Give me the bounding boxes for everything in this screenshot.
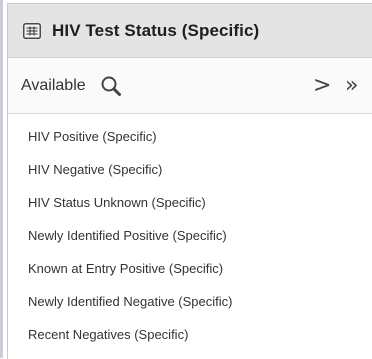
list-item[interactable]: Known at Entry Positive (Specific) — [8, 252, 372, 285]
available-toolbar: Available > » — [8, 58, 372, 114]
dimension-panel: HIV Test Status (Specific) Available > »… — [7, 3, 372, 359]
grid-icon — [22, 22, 42, 40]
available-label: Available — [21, 76, 86, 94]
list-item[interactable]: HIV Negative (Specific) — [8, 153, 372, 186]
move-all-button[interactable]: » — [345, 74, 358, 97]
list-item[interactable]: Newly Identified Positive (Specific) — [8, 219, 372, 252]
list-item[interactable]: Newly Identified Negative (Specific) — [8, 285, 372, 318]
left-edge-divider — [0, 0, 3, 358]
move-selected-button[interactable]: > — [313, 74, 331, 97]
panel-title: HIV Test Status (Specific) — [52, 20, 260, 40]
available-items-list: HIV Positive (Specific) HIV Negative (Sp… — [8, 120, 372, 351]
list-item[interactable]: HIV Positive (Specific) — [8, 120, 372, 153]
list-item[interactable]: Recent Negatives (Specific) — [8, 318, 372, 351]
panel-header: HIV Test Status (Specific) — [8, 4, 372, 58]
list-item[interactable]: HIV Status Unknown (Specific) — [8, 186, 372, 219]
search-icon[interactable] — [98, 73, 124, 99]
